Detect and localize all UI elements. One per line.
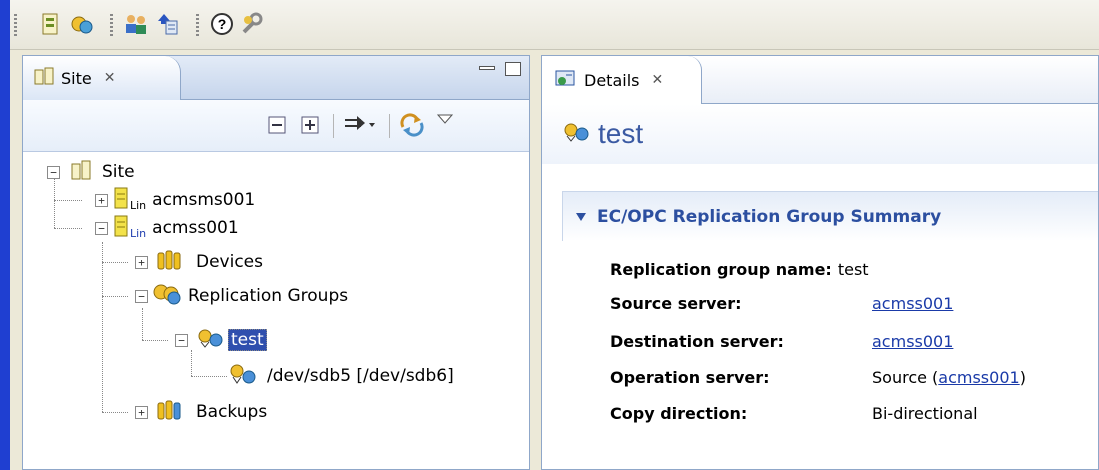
- collapse-toggle[interactable]: −: [47, 165, 60, 179]
- tree-node-site[interactable]: − Site: [47, 158, 137, 186]
- tree-label: Replication Groups: [188, 286, 349, 306]
- chevron-down-icon[interactable]: [575, 207, 587, 226]
- site-tree: − Site + Lin acmsms001 − Lin acmss001 + …: [23, 158, 529, 469]
- collapse-toggle[interactable]: −: [135, 289, 148, 303]
- minimize-button[interactable]: [479, 66, 495, 70]
- tree-node-server[interactable]: + Lin acmsms001: [95, 186, 257, 214]
- property-value-prefix: Source (: [872, 367, 939, 387]
- main-toolbar: ?: [10, 0, 1099, 50]
- property-label: Source server:: [610, 293, 742, 313]
- tree-node-group-test[interactable]: − test: [175, 326, 267, 354]
- tree-node-server[interactable]: − Lin acmss001: [95, 214, 241, 242]
- server-icon: [112, 214, 130, 243]
- site-view: Site ✕ − Site + Lin acmsms001 − Lin acms…: [22, 55, 530, 470]
- backups-icon: [156, 399, 182, 426]
- property-value: test: [837, 259, 869, 279]
- details-view: Details ✕ test EC/OPC Replication Group …: [541, 55, 1099, 470]
- os-badge: Lin: [130, 198, 147, 212]
- summary-section-header[interactable]: EC/OPC Replication Group Summary: [562, 191, 1098, 241]
- expand-all-icon[interactable]: [301, 112, 319, 138]
- expand-toggle[interactable]: +: [95, 193, 108, 207]
- close-icon[interactable]: ✕: [104, 70, 116, 86]
- site-icon: [33, 66, 55, 90]
- new-site-icon[interactable]: [36, 10, 64, 38]
- users-icon[interactable]: [122, 10, 150, 38]
- property-row: Copy direction: Bi-directional: [610, 398, 978, 428]
- tree-label: Devices: [196, 252, 263, 272]
- tab-site[interactable]: Site ✕: [23, 56, 181, 100]
- collapse-toggle[interactable]: −: [95, 221, 108, 235]
- svg-text:?: ?: [218, 16, 227, 32]
- property-label: Copy direction:: [610, 403, 748, 423]
- tree-label: Backups: [196, 402, 268, 422]
- download-icon[interactable]: [154, 10, 182, 38]
- tree-label: /dev/sdb5 [/dev/sdb6]: [267, 366, 454, 386]
- tab-details-label: Details: [584, 70, 640, 90]
- toolbar-separator: [110, 14, 113, 36]
- operation-server-link[interactable]: acmss001: [938, 368, 1019, 387]
- toolbar-separator: [196, 14, 199, 36]
- property-label: Replication group name:: [610, 259, 832, 279]
- details-icon: [554, 67, 578, 93]
- collapse-toggle[interactable]: −: [175, 333, 188, 347]
- replication-pair-icon: [227, 363, 257, 390]
- refresh-icon[interactable]: [399, 112, 425, 138]
- site-view-tabbar: Site ✕: [23, 56, 529, 100]
- server-icon: [112, 186, 130, 215]
- filter-icon[interactable]: [343, 112, 377, 138]
- tree-node-devices[interactable]: + Devices: [135, 248, 265, 276]
- add-server-icon[interactable]: [68, 10, 96, 38]
- source-server-link[interactable]: acmss001: [872, 294, 953, 313]
- replication-group-icon: [562, 120, 590, 148]
- property-row: Destination server: acmss001: [610, 326, 953, 356]
- destination-server-link[interactable]: acmss001: [872, 332, 953, 351]
- property-value-suffix: ): [1019, 367, 1026, 387]
- property-label: Destination server:: [610, 331, 784, 351]
- toolbar-grip[interactable]: [14, 14, 17, 36]
- collapse-all-icon[interactable]: [268, 112, 286, 138]
- tree-label: acmss001: [152, 218, 239, 238]
- property-row: Source server: acmss001: [610, 288, 953, 318]
- tree-node-pair[interactable]: /dev/sdb5 [/dev/sdb6]: [227, 362, 456, 390]
- section-title: EC/OPC Replication Group Summary: [597, 206, 942, 227]
- replication-groups-icon: [152, 282, 182, 311]
- devices-icon: [156, 249, 182, 276]
- property-value: Bi-directional: [872, 403, 978, 423]
- tree-node-backups[interactable]: + Backups: [135, 398, 269, 426]
- site-view-toolbar: [23, 100, 529, 152]
- close-icon[interactable]: ✕: [651, 72, 663, 88]
- details-view-tabbar: Details ✕: [542, 56, 1098, 104]
- view-menu-icon[interactable]: [437, 106, 453, 132]
- tree-label: acmsms001: [152, 190, 256, 210]
- tree-node-replication-groups[interactable]: − Replication Groups: [135, 282, 350, 310]
- tree-label: Site: [102, 162, 135, 182]
- help-icon[interactable]: ?: [208, 10, 236, 38]
- property-row: Operation server: Source (acmss001): [610, 362, 1026, 392]
- tab-site-label: Site: [61, 68, 92, 88]
- window-edge: [0, 0, 10, 470]
- expand-toggle[interactable]: +: [135, 405, 148, 419]
- site-icon: [70, 159, 92, 186]
- page-title: test: [598, 118, 644, 149]
- maximize-button[interactable]: [505, 62, 521, 76]
- os-badge: Lin: [130, 226, 147, 240]
- property-row: Replication group name: test: [610, 254, 869, 284]
- replication-group-icon: [196, 327, 224, 354]
- property-label: Operation server:: [610, 367, 770, 387]
- wrench-icon[interactable]: [238, 10, 266, 38]
- tab-details[interactable]: Details ✕: [542, 56, 702, 104]
- tree-label: test: [228, 329, 267, 351]
- expand-toggle[interactable]: +: [135, 255, 148, 269]
- form-header: test: [542, 104, 1098, 164]
